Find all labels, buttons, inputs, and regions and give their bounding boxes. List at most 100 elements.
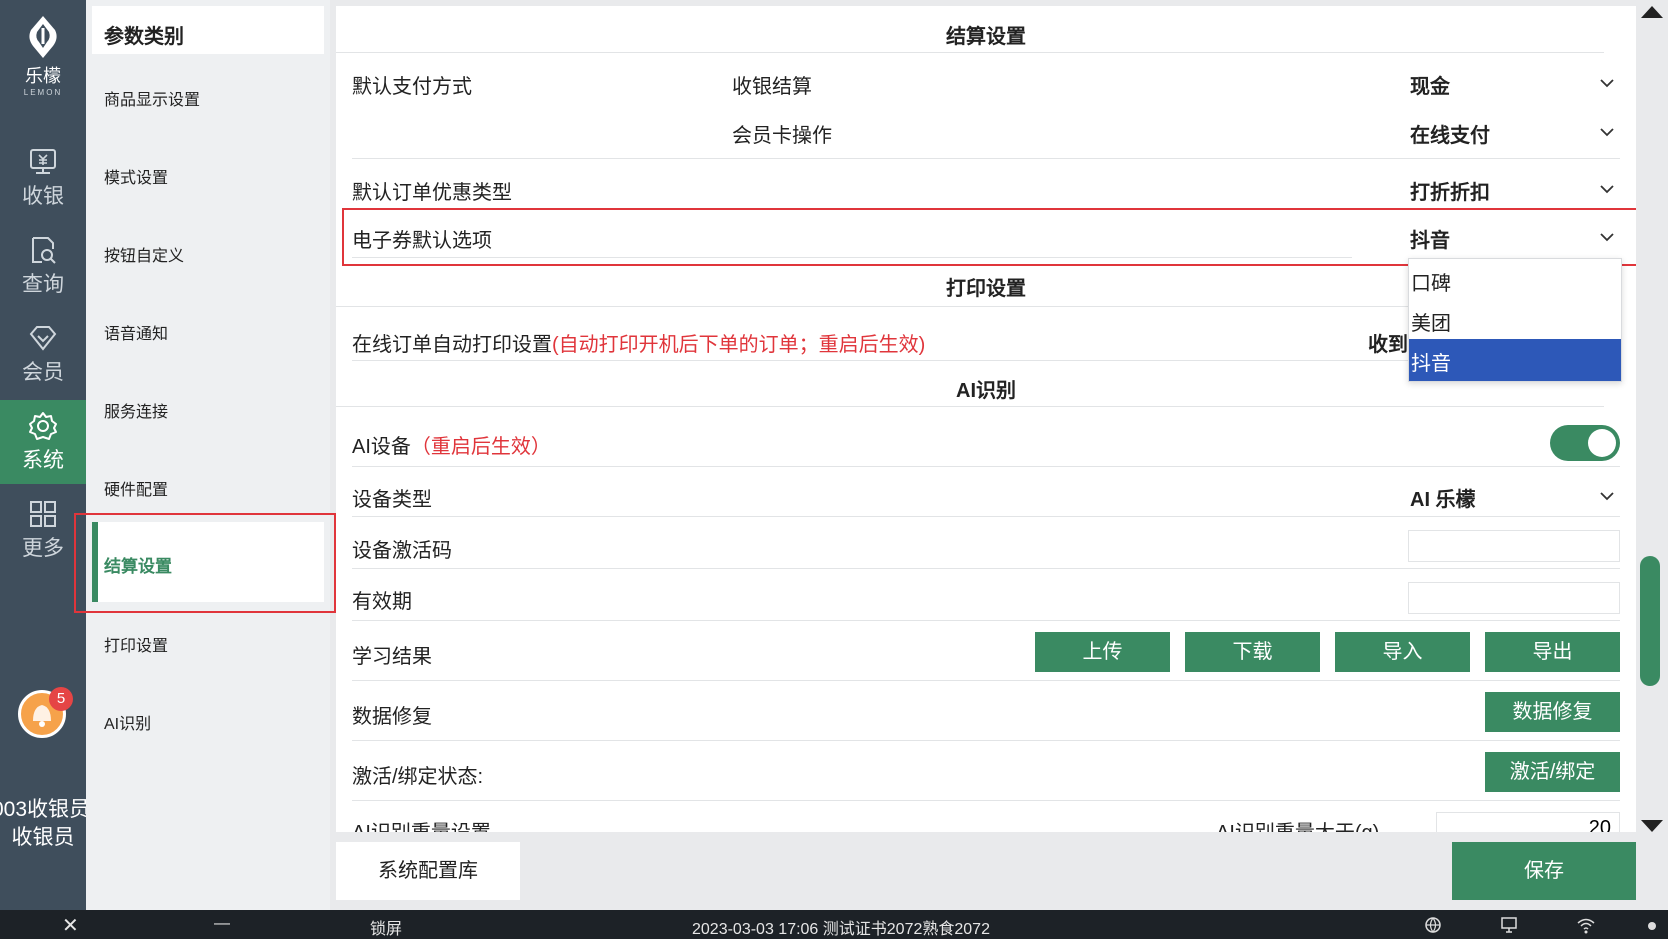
category-item[interactable]: 语音通知	[104, 320, 168, 344]
member-card-label: 会员卡操作	[732, 125, 832, 147]
scrollbar[interactable]	[1636, 6, 1662, 832]
category-panel: 参数类别 商品显示设置 模式设置 按钮自定义 语音通知 服务连接 硬件配置 结算…	[86, 0, 330, 910]
category-item[interactable]: 打印设置	[104, 632, 168, 656]
dropdown-option-selected[interactable]: 抖音	[1409, 339, 1621, 381]
ai-device-toggle[interactable]	[1550, 425, 1620, 461]
divider	[352, 620, 1620, 621]
ai-device-row: AI设备（重启后生效）	[352, 430, 551, 459]
auto-print-row: 在线订单自动打印设置(自动打印开机后下单的订单；重启后生效)	[352, 328, 925, 357]
divider	[336, 52, 1604, 53]
current-user[interactable]: 003收银员 收银员	[0, 796, 86, 852]
nav-label-system: 系统	[22, 449, 64, 472]
cash-register-icon	[27, 146, 59, 178]
import-button[interactable]: 导入	[1335, 632, 1470, 672]
lock-screen-button[interactable]: 锁屏	[370, 915, 402, 939]
learning-label: 学习结果	[352, 646, 432, 668]
scroll-down-icon[interactable]	[1641, 820, 1663, 832]
logo: 乐檬 LEMON	[0, 14, 86, 97]
divider	[352, 568, 1620, 569]
monitor-icon[interactable]	[1500, 916, 1518, 934]
auto-print-hint: (自动打印开机后下单的订单；重启后生效)	[552, 334, 926, 356]
notification-avatar[interactable]: 5	[18, 687, 73, 738]
nav-item-query[interactable]: 查询	[0, 224, 86, 308]
nav-item-member[interactable]: 会员	[0, 312, 86, 396]
member-card-select[interactable]: 在线支付	[1410, 119, 1490, 148]
minimize-icon[interactable]: —	[214, 915, 230, 933]
category-item[interactable]: 服务连接	[104, 398, 168, 422]
lemon-logo-icon	[25, 14, 61, 60]
notification-badge: 5	[49, 687, 73, 711]
nav-label-cashier: 收银	[22, 185, 64, 208]
scrollbar-thumb[interactable]	[1640, 556, 1660, 686]
ai-device-hint: （重启后生效）	[410, 436, 551, 458]
logo-subtext: LEMON	[23, 88, 63, 97]
bind-status-label: 激活/绑定状态:	[352, 766, 484, 788]
category-item[interactable]: AI识别	[104, 710, 151, 734]
settings-content: 结算设置 默认支付方式 收银结算 现金 会员卡操作 在线支付 默认订单优惠类型 …	[336, 6, 1636, 832]
diamond-icon	[27, 322, 59, 354]
default-payment-label: 默认支付方式	[352, 76, 472, 98]
wifi-icon[interactable]	[1576, 916, 1596, 934]
ai-device-label: AI设备	[352, 436, 411, 458]
logo-text: 乐檬	[25, 66, 61, 86]
highlight-frame-category	[74, 513, 336, 613]
nav-label-query: 查询	[22, 273, 64, 296]
auto-print-select[interactable]: 收到	[1368, 328, 1408, 357]
main-nav: 乐檬 LEMON 收银 查询 会员 系统 更多 5 003	[0, 0, 86, 910]
user-name: 003收银员	[0, 798, 86, 821]
divider	[336, 406, 1604, 407]
weight-threshold-label: AI识别重量大于(g)	[1216, 816, 1379, 832]
download-button[interactable]: 下载	[1185, 632, 1320, 672]
activation-code-input[interactable]	[1408, 530, 1620, 562]
category-header: 参数类别	[92, 6, 324, 54]
divider	[352, 740, 1620, 741]
category-item[interactable]: 模式设置	[104, 164, 168, 188]
category-item[interactable]: 商品显示设置	[104, 86, 200, 110]
globe-icon[interactable]	[1424, 916, 1442, 934]
discount-type-select[interactable]: 打折折扣	[1410, 176, 1490, 205]
upload-button[interactable]: 上传	[1035, 632, 1170, 672]
checkout-label: 收银结算	[732, 76, 812, 98]
data-repair-button[interactable]: 数据修复	[1485, 692, 1620, 732]
user-role: 收银员	[11, 826, 75, 849]
system-config-button[interactable]: 系统配置库	[336, 842, 520, 900]
toggle-knob	[1588, 429, 1616, 457]
validity-label: 有效期	[352, 591, 412, 613]
divider	[352, 516, 1620, 517]
chevron-down-icon[interactable]	[1600, 76, 1614, 90]
chevron-down-icon[interactable]	[1600, 182, 1614, 196]
device-type-select[interactable]: AI 乐檬	[1410, 483, 1476, 512]
gear-icon	[27, 410, 59, 442]
repair-label: 数据修复	[352, 706, 432, 728]
section-title-settlement: 结算设置	[946, 26, 1026, 48]
close-icon[interactable]: ✕	[62, 913, 79, 938]
save-button[interactable]: 保存	[1452, 842, 1636, 900]
activation-code-label: 设备激活码	[352, 540, 452, 562]
activate-bind-button[interactable]: 激活/绑定	[1485, 752, 1620, 792]
status-text: 2023-03-03 17:06 测试证书2072熟食2072	[692, 921, 990, 938]
status-dot-icon	[1648, 922, 1656, 930]
nav-item-cashier[interactable]: 收银	[0, 136, 86, 220]
nav-item-system[interactable]: 系统	[0, 400, 86, 484]
nav-label-member: 会员	[22, 361, 64, 384]
weight-setting-label: AI识别重量设置	[352, 816, 491, 832]
dropdown-option[interactable]: 口碑	[1409, 259, 1621, 301]
divider	[352, 158, 1620, 159]
auto-print-label: 在线订单自动打印设置	[352, 334, 552, 356]
chevron-down-icon[interactable]	[1600, 489, 1614, 503]
chevron-down-icon[interactable]	[1600, 125, 1614, 139]
ecoupon-dropdown: 口碑 美团 抖音	[1408, 258, 1622, 382]
export-button[interactable]: 导出	[1485, 632, 1620, 672]
checkout-select[interactable]: 现金	[1410, 70, 1450, 99]
discount-type-label: 默认订单优惠类型	[352, 182, 512, 204]
category-item[interactable]: 按钮自定义	[104, 242, 184, 266]
scroll-up-icon[interactable]	[1641, 6, 1663, 18]
divider	[352, 680, 1620, 681]
search-document-icon	[27, 234, 59, 266]
category-item[interactable]: 硬件配置	[104, 476, 168, 500]
weight-threshold-input[interactable]	[1436, 812, 1620, 832]
dropdown-option[interactable]: 美团	[1409, 299, 1621, 341]
divider	[352, 800, 1620, 801]
device-type-label: 设备类型	[352, 489, 432, 511]
validity-input[interactable]	[1408, 582, 1620, 614]
